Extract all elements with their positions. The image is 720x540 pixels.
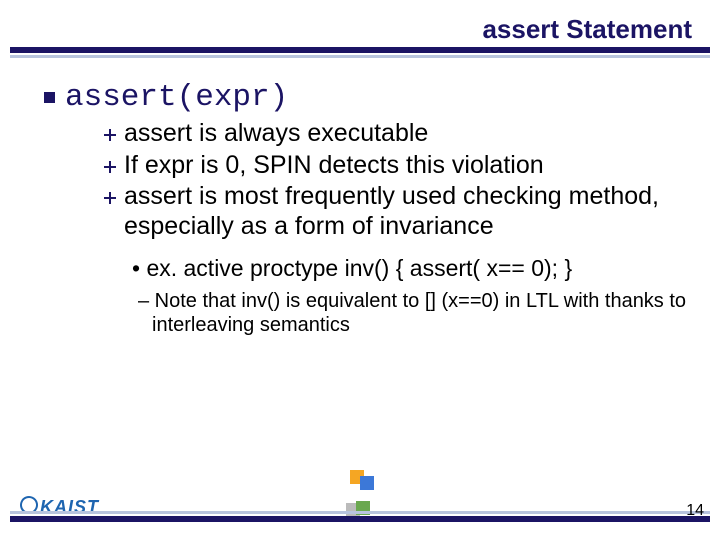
subbullet-group: assert is always executable If expr is 0… [44,119,692,337]
subbullet-text: assert is most frequently used checking … [124,182,692,241]
footer-rule-light [10,511,710,514]
bullet-level1-text: assert(expr) [65,80,288,115]
example-line: • ex. active proctype inv() { assert( x=… [104,255,692,282]
brand-text: KAIST [40,497,99,517]
title-rule-dark [10,47,710,53]
page-number: 14 [686,502,704,520]
footer: KAIST 14 [0,482,720,522]
slide-title: assert Statement [0,0,720,47]
content-area: assert(expr) assert is always executable… [0,58,720,337]
bullet-level1: assert(expr) [44,80,692,115]
subbullet-item: If expr is 0, SPIN detects this violatio… [104,151,692,181]
subbullet-item: assert is always executable [104,119,692,149]
plus-bullet-icon [104,192,116,204]
plus-bullet-icon [104,129,116,141]
note-line: – Note that inv() is equivalent to [] (x… [104,290,692,337]
brand-logo: KAIST [20,495,99,518]
slide: assert Statement assert(expr) assert is … [0,0,720,540]
footer-rule-dark [10,516,710,522]
subbullet-text: assert is always executable [124,119,428,149]
plus-bullet-icon [104,161,116,173]
subbullet-item: assert is most frequently used checking … [104,182,692,241]
square-bullet-icon [44,92,55,103]
subbullet-text: If expr is 0, SPIN detects this violatio… [124,151,544,181]
